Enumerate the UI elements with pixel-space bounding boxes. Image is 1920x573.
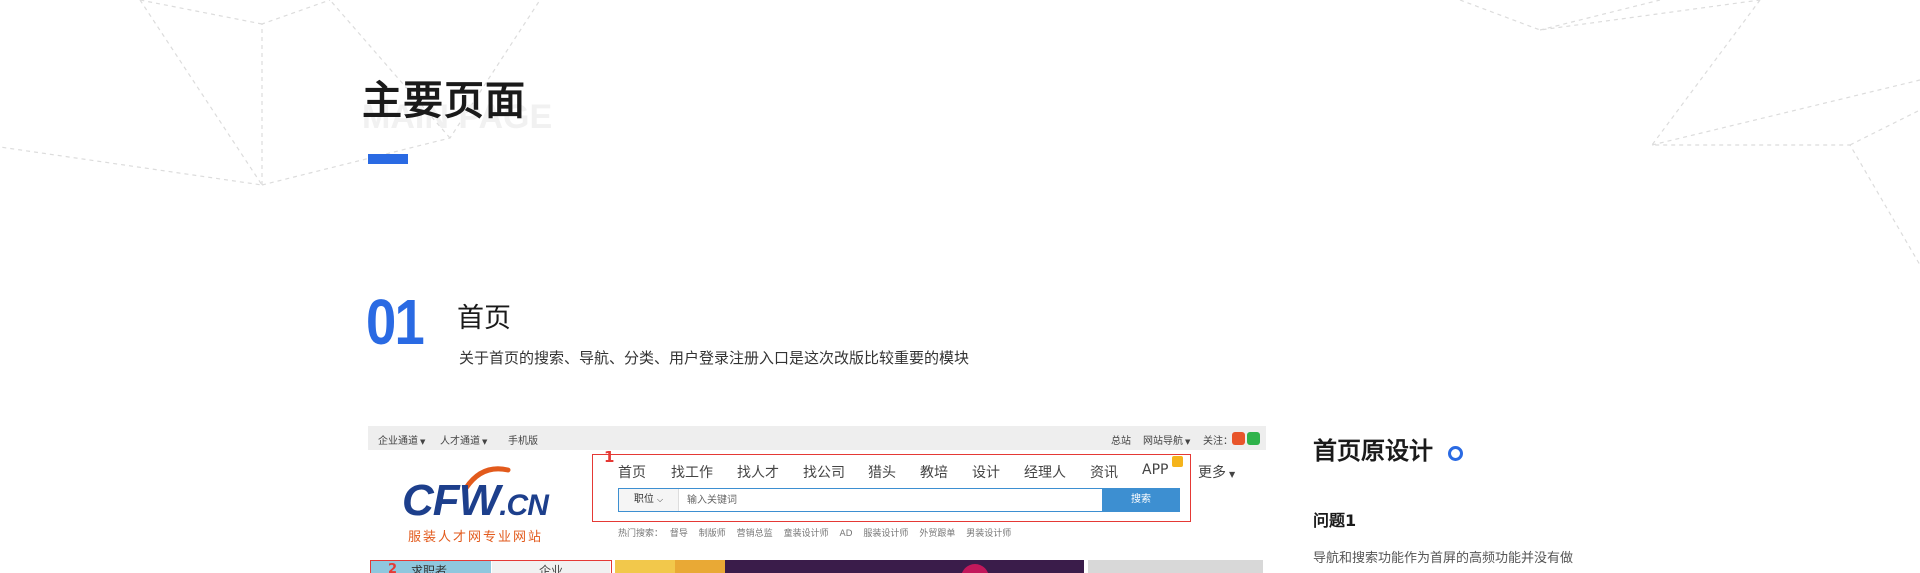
topbar-link-talent[interactable]: 人才通道 ▼ [440, 432, 487, 447]
nav-item-app[interactable]: APP [1142, 462, 1168, 478]
section-title: 主要页面 [362, 78, 526, 124]
nav-item-headhunter[interactable]: 猎头 [868, 462, 896, 482]
hot-search-item[interactable]: AD [839, 529, 852, 539]
nav-item-design[interactable]: 设计 [972, 462, 1000, 482]
caret-down-icon: ▼ [1229, 470, 1236, 479]
intro-description: 关于首页的搜索、导航、分类、用户登录注册入口是这次改版比较重要的模块 [459, 349, 970, 367]
promo-banner[interactable] [615, 560, 1084, 573]
hot-search-item[interactable]: 外贸跟单 [919, 529, 955, 539]
caret-down-icon: ▼ [482, 438, 488, 446]
topbar-link-mobile[interactable]: 手机版 [508, 432, 538, 447]
hot-search-item[interactable]: 营销总监 [737, 529, 773, 539]
site-topbar: 企业通道 ▼ 人才通道 ▼ 手机版 总站 网站导航 ▼ 关注： [368, 426, 1266, 450]
hot-search: 热门搜索： 督导 制版师 营销总监 童装设计师 AD 服装设计师 外贸跟单 男装… [618, 526, 1019, 539]
annotation-box-2 [370, 560, 612, 573]
nav-item-training[interactable]: 教培 [920, 462, 948, 482]
intro-number: 01 [366, 286, 425, 358]
nav-item-home[interactable]: 首页 [618, 462, 646, 482]
chevron-down-icon: ⌵ [657, 495, 664, 504]
nav-item-more[interactable]: 更多 ▼ [1198, 462, 1235, 482]
logo-wordmark: CFW.CN [402, 476, 549, 525]
annotation-number-1: 1 [604, 448, 615, 466]
site-logo[interactable]: CFW.CN 服装人才网专业网站 [402, 460, 582, 545]
banner-graphic [615, 560, 989, 573]
hot-search-item[interactable]: 服装设计师 [863, 529, 908, 539]
nav-item-manager[interactable]: 经理人 [1024, 462, 1066, 482]
logo-tagline: 服装人才网专业网站 [408, 530, 544, 545]
hot-search-item[interactable]: 童装设计师 [784, 529, 829, 539]
search-bar: 职位 ⌵ 搜索 [618, 488, 1180, 512]
panel-title: 首页原设计 [1313, 437, 1433, 465]
nav-item-news[interactable]: 资讯 [1090, 462, 1118, 482]
hot-search-item[interactable]: 制版师 [699, 529, 726, 539]
side-banner[interactable] [1088, 560, 1263, 573]
caret-down-icon: ▼ [420, 438, 426, 446]
new-badge-icon [1172, 456, 1183, 467]
search-category-select[interactable]: 职位 ⌵ [619, 489, 679, 511]
issue-title: 问题1 [1313, 511, 1357, 530]
section-heading: MAIN PAGE 主要页面 [362, 68, 552, 164]
hot-search-label: 热门搜索： [618, 529, 664, 539]
issue-description: 导航和搜索功能作为首屏的高频功能并没有做 [1313, 551, 1574, 566]
topbar-link-main-site[interactable]: 总站 [1111, 432, 1131, 447]
annotation-number-2: 2 [388, 562, 398, 573]
wechat-icon[interactable] [1247, 432, 1260, 445]
search-input[interactable] [687, 489, 1107, 511]
topbar-link-enterprise[interactable]: 企业通道 ▼ [378, 432, 425, 447]
hot-search-item[interactable]: 督导 [670, 529, 688, 539]
nav-item-find-company[interactable]: 找公司 [803, 462, 845, 482]
intro-title: 首页 [457, 303, 511, 334]
topbar-link-site-nav[interactable]: 网站导航 ▼ [1143, 432, 1190, 447]
nav-item-find-talent[interactable]: 找人才 [737, 462, 779, 482]
topbar-follow-label: 关注： [1203, 436, 1233, 447]
homepage-screenshot: 企业通道 ▼ 人才通道 ▼ 手机版 总站 网站导航 ▼ 关注： CFW.CN 服装人才… [368, 426, 1266, 573]
caret-down-icon: ▼ [1185, 438, 1191, 446]
nav-item-find-job[interactable]: 找工作 [671, 462, 713, 482]
hot-search-item[interactable]: 男装设计师 [966, 529, 1011, 539]
title-accent-bar [368, 154, 408, 164]
weibo-icon[interactable] [1232, 432, 1245, 445]
ring-icon [1448, 446, 1463, 461]
search-button[interactable]: 搜索 [1102, 488, 1180, 512]
